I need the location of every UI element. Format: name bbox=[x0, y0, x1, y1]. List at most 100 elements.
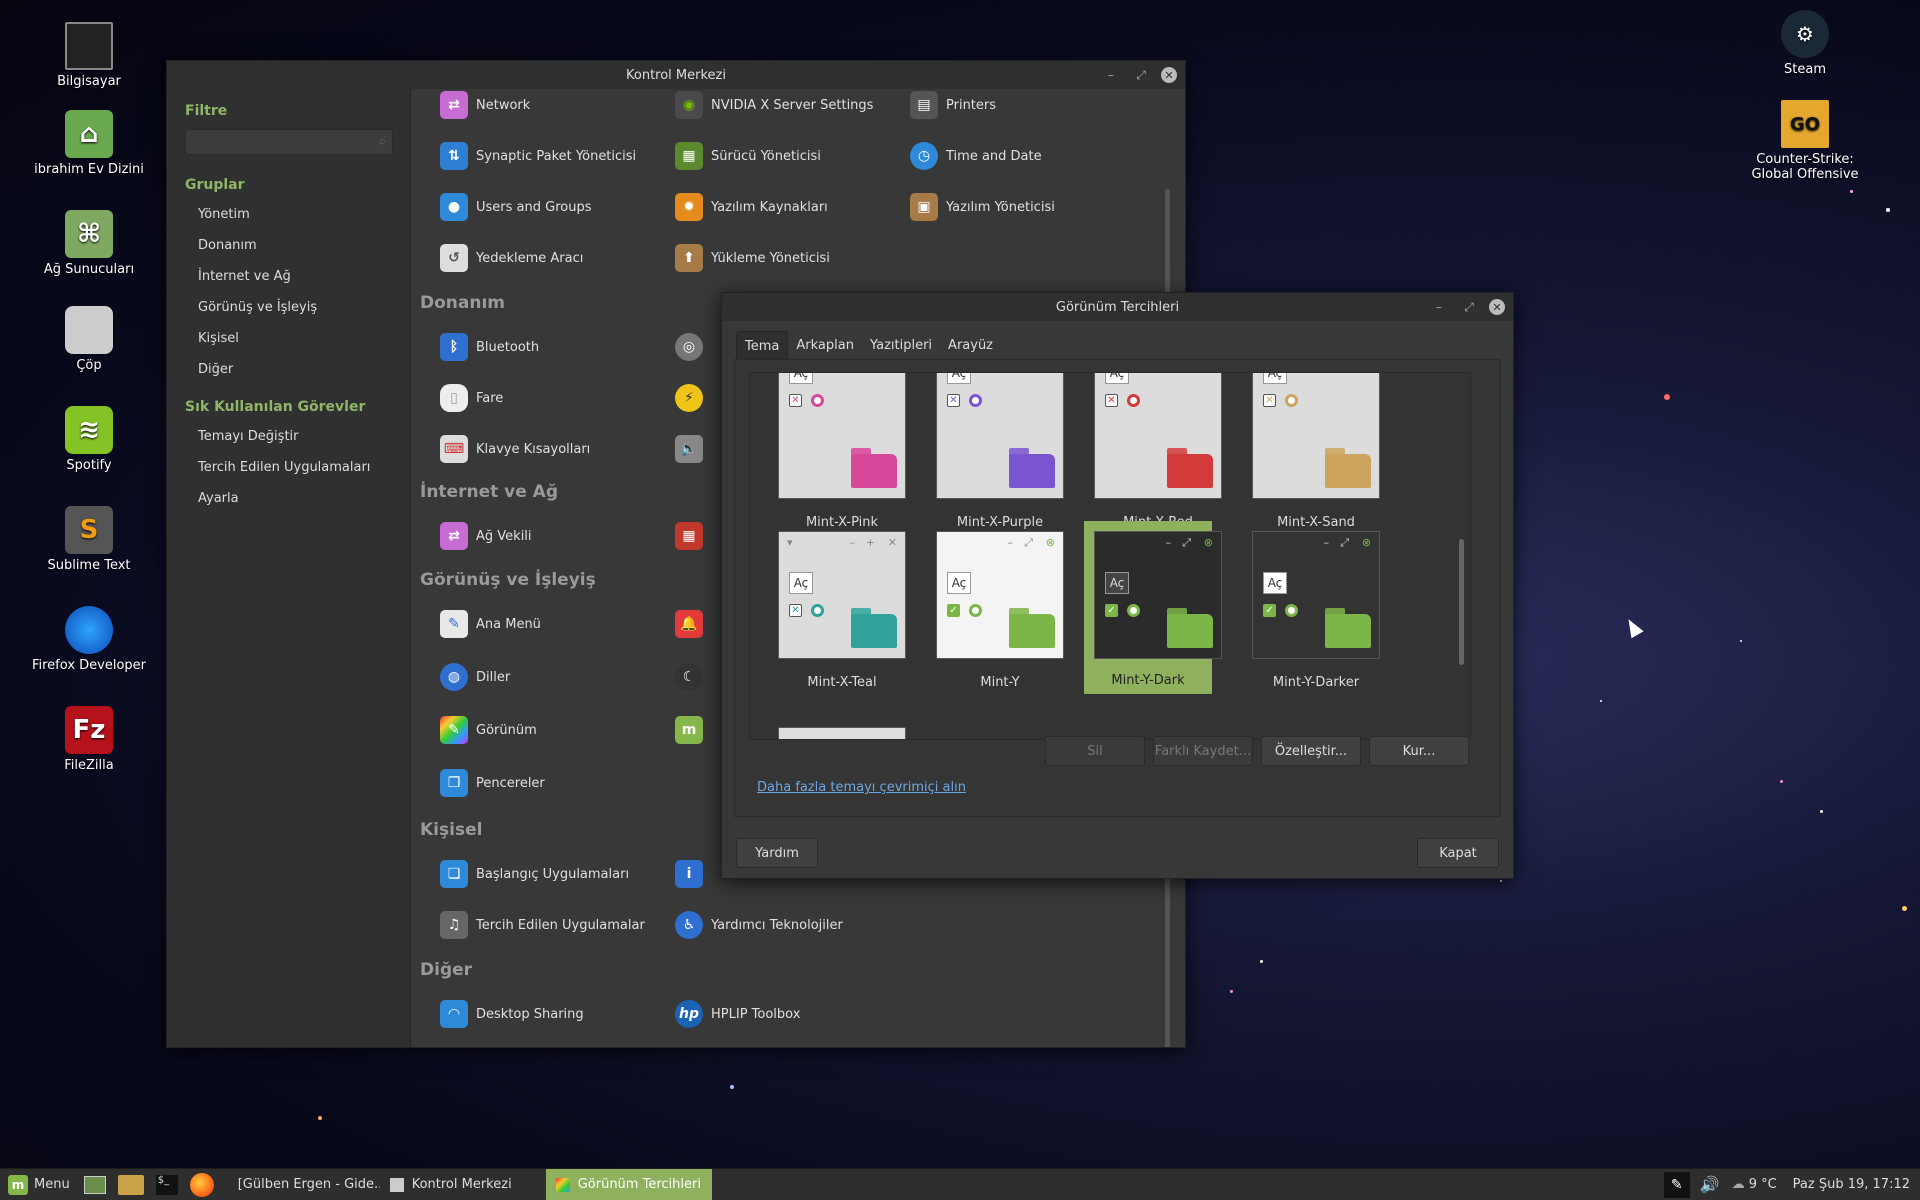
sidebar-group-item[interactable]: Görünüş ve İşleyiş bbox=[198, 292, 410, 323]
app-label: Pencereler bbox=[476, 775, 545, 791]
desktop-icon-csgo[interactable]: GO Counter-Strike: Global Offensive bbox=[1740, 100, 1870, 182]
theme-preview-partial[interactable] bbox=[778, 727, 906, 739]
close-button[interactable]: Kapat bbox=[1417, 838, 1499, 868]
control-center-titlebar[interactable]: Kontrol Merkezi – ⤢ ✕ bbox=[167, 61, 1185, 89]
volume-button[interactable]: 🔊 bbox=[1694, 1169, 1726, 1200]
get-more-themes-link[interactable]: Daha fazla temayı çevrimiçi alın bbox=[757, 780, 966, 795]
desktop-icon-filezilla[interactable]: Fz FileZilla bbox=[24, 706, 154, 773]
app-users[interactable]: ● Users and Groups bbox=[440, 193, 591, 221]
app-hplip[interactable]: hp HPLIP Toolbox bbox=[675, 1000, 800, 1028]
sidebar-task-item[interactable]: Temayı Değiştir bbox=[198, 421, 410, 452]
app-notifications[interactable]: 🔔 bbox=[675, 610, 703, 638]
clock[interactable]: Paz Şub 19, 17:12 bbox=[1783, 1169, 1920, 1200]
app-label: Yardımcı Teknolojiler bbox=[711, 917, 843, 933]
pen-tray-button[interactable]: ✎ bbox=[1660, 1169, 1694, 1200]
sidebar-group-item[interactable]: Donanım bbox=[198, 230, 410, 261]
files-launcher[interactable] bbox=[112, 1169, 150, 1200]
app-software[interactable]: ▣ Yazılım Yöneticisi bbox=[910, 193, 1055, 221]
app-upload[interactable]: ⬆ Yükleme Yöneticisi bbox=[675, 244, 830, 272]
app-proxy[interactable]: ⇄ Ağ Vekili bbox=[440, 522, 532, 550]
task-appearance[interactable]: Görünüm Tercihleri bbox=[545, 1168, 712, 1200]
minimize-icon[interactable]: – bbox=[1101, 65, 1121, 85]
help-button[interactable]: Yardım bbox=[736, 838, 818, 868]
sidebar-group-item[interactable]: İnternet ve Ağ bbox=[198, 261, 410, 292]
menu-button[interactable]: m Menu bbox=[0, 1169, 78, 1200]
sidebar-group-item[interactable]: Kişisel bbox=[198, 323, 410, 354]
app-preferred[interactable]: ♫ Tercih Edilen Uygulamalar bbox=[440, 911, 645, 939]
theme-option[interactable]: Aç✕Mint-X-Red bbox=[1094, 373, 1222, 530]
desktop-icon-trash[interactable]: Çöp bbox=[24, 306, 154, 373]
app-startup[interactable]: ❏ Başlangıç Uygulamaları bbox=[440, 860, 629, 888]
sidebar-group-item[interactable]: Diğer bbox=[198, 354, 410, 385]
app-bluetooth[interactable]: ᛒ Bluetooth bbox=[440, 333, 539, 361]
task-control-center[interactable]: Kontrol Merkezi bbox=[380, 1169, 546, 1200]
app-menu[interactable]: ✎ Ana Menü bbox=[440, 610, 541, 638]
star bbox=[1230, 990, 1233, 993]
sidebar-task-item[interactable]: Tercih Edilen Uygulamaları Ayarla bbox=[198, 452, 410, 506]
app-time[interactable]: ◷ Time and Date bbox=[910, 142, 1042, 170]
desktop-icon-computer[interactable]: Bilgisayar bbox=[24, 22, 154, 89]
task-spotify[interactable]: [Gülben Ergen - Gide... bbox=[220, 1169, 380, 1200]
app-sound[interactable]: 🔈 bbox=[675, 435, 703, 463]
app-nvidia[interactable]: ◉ NVIDIA X Server Settings bbox=[675, 91, 873, 119]
theme-option[interactable]: Aç ✕ Mint-X-Pink bbox=[778, 373, 906, 530]
app-languages[interactable]: ◍ Diller bbox=[440, 663, 510, 691]
desktop-icon-label: ibrahim Ev Dizini bbox=[34, 162, 144, 177]
theme-option[interactable]: ⊗ ⤢ – Aç ✓ Mint-Y-Dark bbox=[1084, 521, 1222, 694]
weather-applet[interactable]: ☁ 9 °C bbox=[1726, 1169, 1783, 1200]
customize-button[interactable]: Özelleştir... bbox=[1261, 736, 1361, 766]
app-keyboard[interactable]: ⌨ Klavye Kısayolları bbox=[440, 435, 590, 463]
desktop-icon-steam[interactable]: ⚙ Steam bbox=[1740, 10, 1870, 77]
app-appearance[interactable]: ✎ Görünüm bbox=[440, 716, 537, 744]
app-desktop-sharing[interactable]: ◠ Desktop Sharing bbox=[440, 1000, 584, 1028]
app-disk[interactable]: ◎ bbox=[675, 333, 703, 361]
show-desktop-button[interactable] bbox=[78, 1169, 112, 1200]
save-as-button[interactable]: Farklı Kaydet... bbox=[1153, 736, 1253, 766]
maximize-icon[interactable]: ⤢ bbox=[1459, 297, 1479, 317]
desktop-icon-home-folder[interactable]: ⌂ ibrahim Ev Dizini bbox=[24, 110, 154, 177]
desktop-icon-firefox-developer[interactable]: Firefox Developer bbox=[24, 606, 154, 673]
bell-icon: 🔔 bbox=[675, 610, 703, 638]
app-backup[interactable]: ↺ Yedekleme Aracı bbox=[440, 244, 583, 272]
desktop-icon-network-servers[interactable]: ⌘ Ağ Sunucuları bbox=[24, 210, 154, 277]
app-windows[interactable]: ❐ Pencereler bbox=[440, 769, 545, 797]
app-sources[interactable]: ✹ Yazılım Kaynakları bbox=[675, 193, 828, 221]
gallery-scrollbar[interactable] bbox=[1459, 539, 1464, 665]
app-firewall[interactable]: ▦ bbox=[675, 522, 703, 550]
app-info[interactable]: i bbox=[675, 860, 703, 888]
appearance-titlebar[interactable]: Görünüm Tercihleri – ⤢ ✕ bbox=[722, 293, 1513, 321]
desktop-icon-sublime-text[interactable]: S Sublime Text bbox=[24, 506, 154, 573]
theme-option[interactable]: ✕ + – ▾ Aç ✕ Mint-X-Teal bbox=[778, 531, 906, 690]
tab-tema[interactable]: Tema bbox=[736, 331, 789, 361]
app-synaptic[interactable]: ⇅ Synaptic Paket Yöneticisi bbox=[440, 142, 636, 170]
minimize-icon[interactable]: – bbox=[1429, 297, 1449, 317]
theme-option[interactable]: ⊗ ⤢ – Aç ✓ Mint-Y bbox=[936, 531, 1064, 690]
terminal-launcher[interactable]: $_ bbox=[150, 1169, 184, 1200]
app-network[interactable]: ⇄ Network bbox=[440, 91, 530, 119]
filter-input[interactable]: ⌕ bbox=[185, 129, 393, 155]
theme-option[interactable]: Aç ✕ Mint-X-Sand bbox=[1252, 373, 1380, 530]
close-icon[interactable]: ✕ bbox=[1161, 67, 1177, 83]
app-screensaver[interactable]: ☾ bbox=[675, 663, 703, 691]
app-mouse[interactable]: ▯ Fare bbox=[440, 384, 503, 412]
theme-option[interactable]: Aç ✕ Mint-X-Purple bbox=[936, 373, 1064, 530]
app-driver[interactable]: ▦ Sürücü Yöneticisi bbox=[675, 142, 821, 170]
tab-arayuz[interactable]: Arayüz bbox=[940, 331, 1001, 361]
tab-arkaplan[interactable]: Arkaplan bbox=[788, 331, 862, 361]
app-welcome[interactable]: m bbox=[675, 716, 703, 744]
sidebar-group-item[interactable]: Yönetim bbox=[198, 199, 410, 230]
app-label: NVIDIA X Server Settings bbox=[711, 97, 874, 113]
section-diger: Diğer bbox=[420, 960, 473, 980]
install-button[interactable]: Kur... bbox=[1369, 736, 1469, 766]
firefox-launcher[interactable] bbox=[184, 1169, 220, 1200]
theme-option[interactable]: ⊗ ⤢ – Aç ✓ Mint-Y-Darker bbox=[1252, 531, 1380, 690]
app-power[interactable]: ⚡ bbox=[675, 384, 703, 412]
maximize-icon[interactable]: ⤢ bbox=[1131, 65, 1151, 85]
tab-yazitipleri[interactable]: Yazıtipleri bbox=[862, 331, 940, 361]
app-printers[interactable]: ▤ Printers bbox=[910, 91, 996, 119]
app-assistive[interactable]: ♿ Yardımcı Teknolojiler bbox=[675, 911, 843, 939]
firewall-icon: ▦ bbox=[675, 522, 703, 550]
close-icon[interactable]: ✕ bbox=[1489, 299, 1505, 315]
desktop-icon-spotify[interactable]: ≋ Spotify bbox=[24, 406, 154, 473]
delete-button[interactable]: Sil bbox=[1045, 736, 1145, 766]
